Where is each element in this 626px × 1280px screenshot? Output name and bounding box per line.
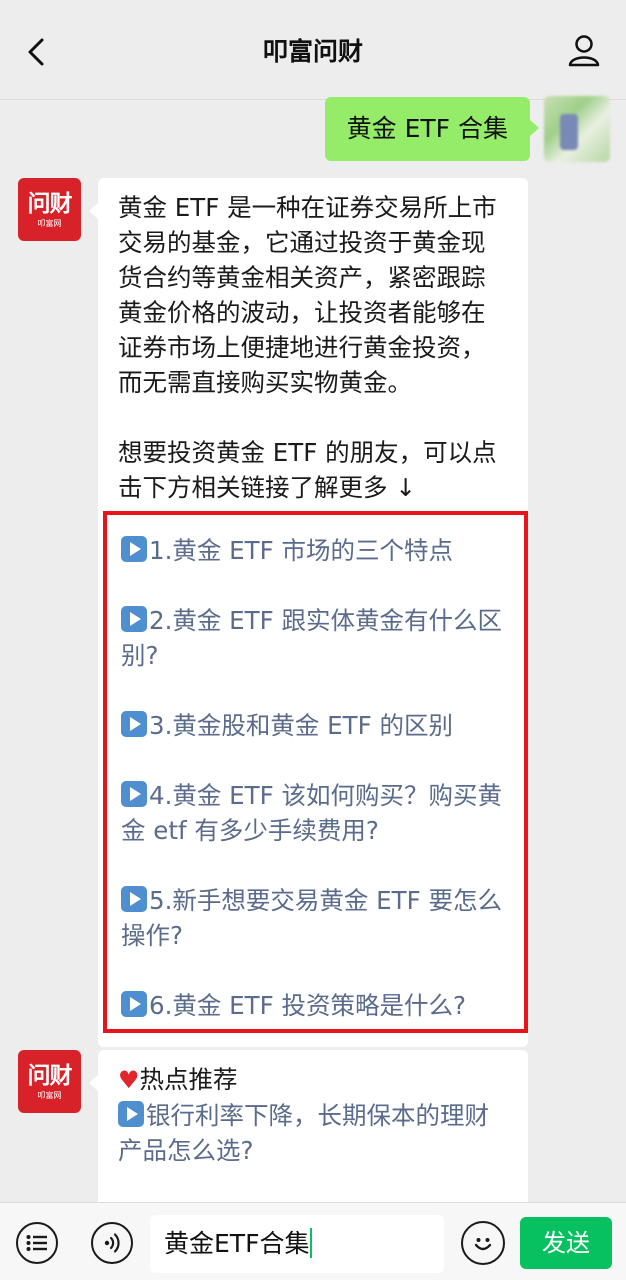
bot-avatar[interactable]: 问财 叩富网 [18, 178, 81, 241]
bot-reply-bubble: 黄金 ETF 是一种在证券交易所上市交易的基金，它通过投资于黄金现货合约等黄金相… [89, 178, 528, 1047]
chat-header: 叩富问财 [0, 0, 626, 100]
bot-logo-subtext: 叩富网 [37, 218, 62, 228]
play-icon [121, 781, 147, 807]
input-bar: 黄金ETF合集 发送 [0, 1202, 626, 1280]
menu-button[interactable] [16, 1222, 58, 1264]
article-link[interactable]: 4.黄金 ETF 该如何购买？购买黄金 etf 有多少手续费用? [121, 778, 510, 848]
user-avatar-image [560, 114, 578, 150]
bot-logo-subtext: 叩富网 [37, 1090, 62, 1100]
hot-topic-title: ♥热点推荐 [118, 1062, 508, 1098]
hot-topic-bubble: ♥热点推荐 银行利率下降，长期保本的理财产品怎么选? [89, 1050, 528, 1210]
play-icon [121, 886, 147, 912]
play-icon [121, 606, 147, 632]
chat-title: 叩富问财 [262, 37, 363, 66]
bot-logo-text: 问财 [27, 1062, 73, 1089]
article-link-label: 4.黄金 ETF 该如何购买？购买黄金 etf 有多少手续费用? [121, 781, 502, 845]
hot-topic-title-label: 热点推荐 [139, 1065, 238, 1094]
voice-icon [104, 1233, 120, 1253]
play-icon [118, 1101, 144, 1127]
article-link-label: 5.新手想要交易黄金 ETF 要怎么操作? [121, 886, 502, 950]
message-input-value: 黄金ETF合集 [164, 1229, 310, 1258]
bot-logo-text: 问财 [27, 190, 73, 217]
person-icon [568, 35, 600, 67]
voice-button[interactable] [91, 1222, 133, 1264]
reply-paragraph: 想要投资黄金 ETF 的朋友，可以点击下方相关链接了解更多 ↓ [118, 438, 497, 502]
article-link[interactable]: 3.黄金股和黄金 ETF 的区别 [121, 708, 510, 743]
article-link[interactable]: 2.黄金 ETF 跟实体黄金有什么区别? [121, 603, 510, 673]
play-icon [121, 536, 147, 562]
reply-paragraph: 黄金 ETF 是一种在证券交易所上市交易的基金，它通过投资于黄金现货合约等黄金相… [118, 193, 497, 397]
emoji-button[interactable] [461, 1221, 505, 1265]
heart-icon: ♥ [118, 1066, 140, 1094]
user-avatar[interactable] [544, 96, 610, 162]
play-icon [121, 711, 147, 737]
hot-topic-link[interactable]: 银行利率下降，长期保本的理财产品怎么选? [118, 1098, 508, 1168]
message-input[interactable]: 黄金ETF合集 [150, 1215, 444, 1273]
list-icon [26, 1235, 47, 1251]
outgoing-message-row: 黄金 ETF 合集 [324, 96, 610, 162]
article-link-label: 6.黄金 ETF 投资策略是什么? [149, 991, 466, 1020]
hot-topic-link-label: 银行利率下降，长期保本的理财产品怎么选? [118, 1101, 489, 1165]
article-link-label: 1.黄金 ETF 市场的三个特点 [149, 536, 453, 565]
emoji-icon [474, 1238, 492, 1251]
send-button[interactable]: 发送 [520, 1217, 612, 1269]
article-link[interactable]: 5.新手想要交易黄金 ETF 要怎么操作? [121, 883, 510, 953]
article-link[interactable]: 1.黄金 ETF 市场的三个特点 [121, 533, 510, 568]
profile-button[interactable] [562, 28, 606, 72]
article-link[interactable]: 6.黄金 ETF 投资策略是什么? [121, 988, 510, 1023]
highlighted-links-box: 1.黄金 ETF 市场的三个特点 2.黄金 ETF 跟实体黄金有什么区别? 3.… [103, 511, 528, 1033]
article-link-label: 2.黄金 ETF 跟实体黄金有什么区别? [121, 606, 502, 670]
bot-avatar[interactable]: 问财 叩富网 [18, 1050, 81, 1113]
text-caret [310, 1228, 313, 1258]
play-icon [121, 991, 147, 1017]
article-link-label: 3.黄金股和黄金 ETF 的区别 [149, 711, 453, 740]
outgoing-message-bubble[interactable]: 黄金 ETF 合集 [324, 97, 540, 161]
